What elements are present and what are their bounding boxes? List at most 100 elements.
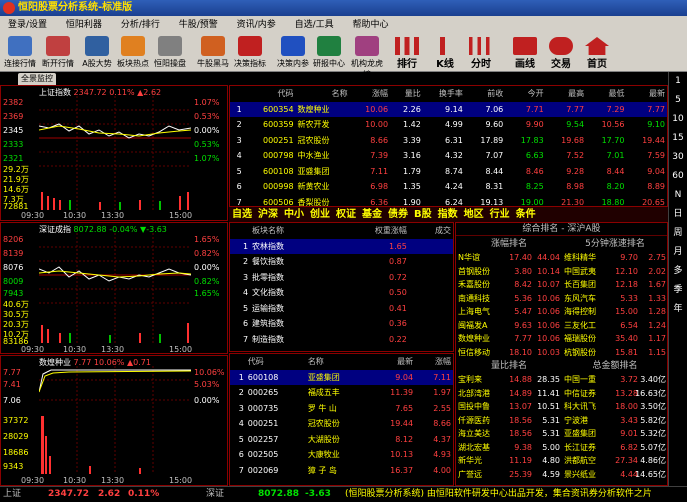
rank-speed-row[interactable]: 福瑞股份 35.40 1.17 [562, 332, 668, 346]
market-trend-button[interactable]: A股大势 [80, 36, 114, 70]
rank-volratio-row[interactable]: 新华光 11.19 4.80 [456, 454, 562, 468]
rank-amount-row[interactable]: 中信证券 13.28 16.63亿 [562, 387, 668, 401]
trade-button[interactable]: 交易 [546, 37, 576, 70]
sector-row[interactable]: 1 农林指数 1.65 [230, 238, 453, 254]
sz-index-chart[interactable]: 深证成指 8072.88 -0.04% ▼-3.63 8206 8139 807… [0, 222, 228, 354]
sector-row[interactable]: 7 制造指数 0.22 [230, 332, 453, 348]
sector-row[interactable]: 3 批零指数 0.72 [230, 270, 453, 286]
sector-row[interactable]: 4 文化指数 0.50 [230, 285, 453, 301]
rank-speed-row[interactable]: 维科精华 9.70 2.75 [562, 251, 668, 265]
quote-header-7[interactable]: 最高 [546, 86, 586, 102]
period-year[interactable]: 年 [669, 300, 687, 319]
sector-row[interactable]: 2 餐饮指数 0.87 [230, 254, 453, 270]
period-quarter[interactable]: 季 [669, 281, 687, 300]
quote-header-9[interactable]: 最新 [626, 86, 667, 102]
sh-index-chart[interactable]: 上证指数 2347.72 0.11% ▲2.62 2382 2369 2345 … [0, 85, 228, 221]
rank-amount-row[interactable]: 宁波港 3.43 5.82亿 [562, 414, 668, 428]
rank-rise-row[interactable]: 首钢股份 3.80 10.14 [456, 265, 562, 279]
stock-row[interactable]: 4 000251 冠农股份 19.44 8.66 [230, 416, 453, 432]
period-day[interactable]: 日 [669, 205, 687, 224]
quote-row[interactable]: 6 000998 新黄农业 6.98 1.35 4.24 8.31 8.25 8.98 8.20 8… [230, 179, 667, 195]
category-10[interactable]: 行业 [487, 209, 513, 220]
category-7[interactable]: B股 [411, 209, 435, 220]
menu-custom[interactable]: 自选/工具 [287, 16, 342, 34]
quote-row[interactable]: 5 600108 亚盛集团 7.11 1.79 8.74 8.44 8.46 9.28 8.44 9… [230, 164, 667, 180]
rank-volratio-row[interactable]: 宝利来 14.88 28.35 [456, 373, 562, 387]
rank-speed-row[interactable]: 东风汽车 5.33 1.33 [562, 292, 668, 306]
rank-volratio-row[interactable]: 广誉远 25.39 4.59 [456, 468, 562, 482]
ranking-button[interactable]: 排行 [392, 37, 422, 70]
stock-row[interactable]: 2 000265 福成五丰 11.39 1.97 [230, 385, 453, 401]
category-4[interactable]: 权证 [333, 209, 359, 220]
trading-button[interactable]: 恒阳操盘 [152, 36, 188, 70]
rank-amount-row[interactable]: 长江证券 6.82 5.07亿 [562, 441, 668, 455]
period-30[interactable]: 30 [669, 148, 687, 167]
period-1[interactable]: 1 [669, 72, 687, 91]
rank-speed-row[interactable]: 三友化工 6.54 1.24 [562, 319, 668, 333]
rank-speed-row[interactable]: 长百集团 12.18 1.67 [562, 278, 668, 292]
decision-index-button[interactable]: 决策指标 [232, 36, 268, 70]
category-3[interactable]: 创业 [307, 209, 333, 220]
stock-header-0[interactable]: 代码 [246, 354, 306, 370]
category-11[interactable]: 条件 [513, 209, 539, 220]
menu-alert[interactable]: 牛股/预警 [171, 16, 226, 34]
stock-row[interactable]: 3 000735 罗 牛 山 7.65 2.55 [230, 401, 453, 417]
category-8[interactable]: 指数 [435, 209, 461, 220]
rank-rise-row[interactable]: 恒信移动 18.10 10.03 [456, 346, 562, 360]
rank-amount-row[interactable]: 中国一重 3.72 3.40亿 [562, 373, 668, 387]
category-2[interactable]: 中小 [281, 209, 307, 220]
period-15[interactable]: 15 [669, 129, 687, 148]
rank-volratio-row[interactable]: 湖北宏基 9.38 5.00 [456, 441, 562, 455]
period-60[interactable]: 60 [669, 167, 687, 186]
draw-button[interactable]: 画线 [510, 37, 540, 70]
quote-header-4[interactable]: 换手率 [423, 86, 465, 102]
tab-panorama[interactable]: 全景监控 [18, 73, 56, 85]
menu-login[interactable]: 登录/设置 [0, 16, 55, 34]
quote-header-1[interactable]: 名称 [296, 86, 350, 102]
stock-chart[interactable]: 数煌种业 7.77 10.06% ▲0.71 7.77 7.41 7.06 37… [0, 355, 228, 486]
rank-rise-row[interactable]: 南通科技 5.36 10.06 [456, 292, 562, 306]
menu-analysis[interactable]: 分析/排行 [113, 16, 168, 34]
category-5[interactable]: 基金 [359, 209, 385, 220]
quote-header-3[interactable]: 量比 [390, 86, 423, 102]
rank-speed-row[interactable]: 杭钢股份 15.81 1.15 [562, 346, 668, 360]
rank-amount-row[interactable]: 洪都航空 27.34 4.86亿 [562, 454, 668, 468]
rank-rise-row[interactable]: 上海电气 5.47 10.06 [456, 305, 562, 319]
quote-header-6[interactable]: 今开 [505, 86, 545, 102]
rank-speed-row[interactable]: 海得控制 15.00 1.28 [562, 305, 668, 319]
period-n[interactable]: N [669, 186, 687, 205]
dark-horse-button[interactable]: 牛股黑马 [196, 36, 230, 70]
quote-header-0[interactable]: 代码 [244, 86, 296, 102]
rank-amount-row[interactable]: 亚盛集团 9.01 5.32亿 [562, 427, 668, 441]
sector-hot-button[interactable]: 板块热点 [116, 36, 150, 70]
period-10[interactable]: 10 [669, 110, 687, 129]
research-button[interactable]: 研报中心 [312, 36, 346, 70]
rank-rise-row[interactable]: 数煌种业 7.77 10.06 [456, 332, 562, 346]
quote-row[interactable]: 1 600354 数煌种业 10.06 2.26 9.14 7.06 7.71 7.77 7.29… [230, 101, 667, 117]
quote-row[interactable]: 2 600359 新农开发 10.00 1.42 4.99 9.60 9.90 9.54 10.5… [230, 117, 667, 133]
menu-help[interactable]: 帮助中心 [345, 16, 397, 34]
rank-rise-row[interactable]: 禾嘉股份 8.42 10.07 [456, 278, 562, 292]
decision-ref-button[interactable]: 决策内参 [276, 36, 310, 70]
stock-header-1[interactable]: 名称 [306, 354, 369, 370]
stock-row[interactable]: 1 600108 亚盛集团 9.04 7.11 [230, 369, 453, 385]
stock-row[interactable]: 6 002505 大康牧业 10.13 4.93 [230, 447, 453, 463]
rank-volratio-row[interactable]: 仟源医药 18.56 5.31 [456, 414, 562, 428]
home-button[interactable]: 首页 [582, 37, 612, 70]
rank-rise-row[interactable]: 闽福发A 9.63 10.06 [456, 319, 562, 333]
quote-row[interactable]: 4 000798 中水渔业 7.39 3.16 4.32 7.07 6.63 7.52 7.01 7… [230, 148, 667, 164]
category-9[interactable]: 地区 [461, 209, 487, 220]
rank-amount-row[interactable]: 景兴纸业 4.44 14.65亿 [562, 468, 668, 482]
disconnect-button[interactable]: 断开行情 [40, 36, 76, 70]
rank-volratio-row[interactable]: 海立美达 18.56 5.31 [456, 427, 562, 441]
timeshare-button[interactable]: 分时 [466, 37, 496, 70]
rank-speed-row[interactable]: 中国武夷 12.10 2.02 [562, 265, 668, 279]
kline-button[interactable]: K线 [430, 37, 460, 70]
rank-amount-row[interactable]: 科大讯飞 18.00 3.50亿 [562, 400, 668, 414]
menu-tools[interactable]: 恒阳利器 [58, 16, 110, 34]
connect-button[interactable]: 连接行情 [2, 36, 38, 70]
period-multi[interactable]: 多 [669, 262, 687, 281]
rank-volratio-row[interactable]: 国投中鲁 13.07 10.51 [456, 400, 562, 414]
stock-row[interactable]: 5 002257 大湖股份 8.12 4.37 [230, 432, 453, 448]
dragon-tiger-button[interactable]: 机构龙虎榜 [348, 36, 386, 79]
